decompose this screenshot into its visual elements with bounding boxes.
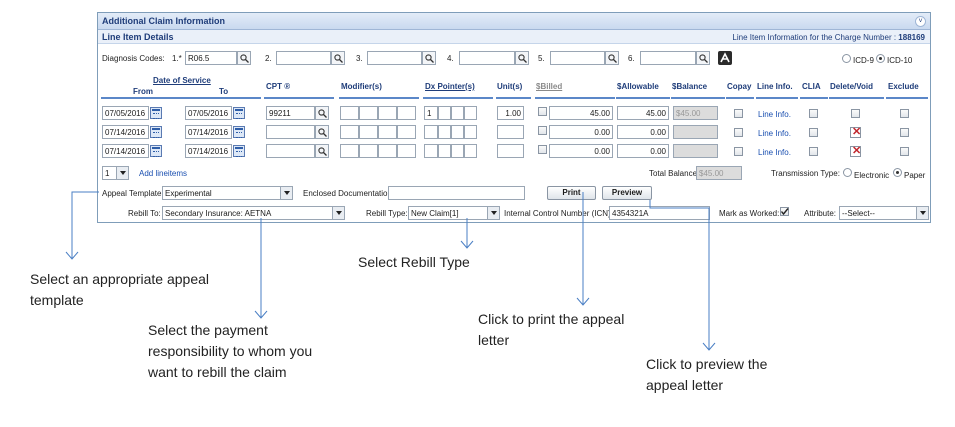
callout-print: Click to print the appeal letter	[478, 311, 625, 348]
callout-appeal-template: Select an appropriate appeal template	[30, 271, 210, 308]
callout-preview: Click to preview the appeal letter	[646, 356, 768, 393]
callout-rebill-to: Select the payment responsibility to who…	[148, 322, 313, 380]
appeal-template-pointer	[71, 191, 99, 258]
callout-rebill-type: Select Rebill Type	[358, 254, 470, 270]
preview-pointer	[649, 200, 710, 350]
callout-lines	[65, 191, 716, 351]
